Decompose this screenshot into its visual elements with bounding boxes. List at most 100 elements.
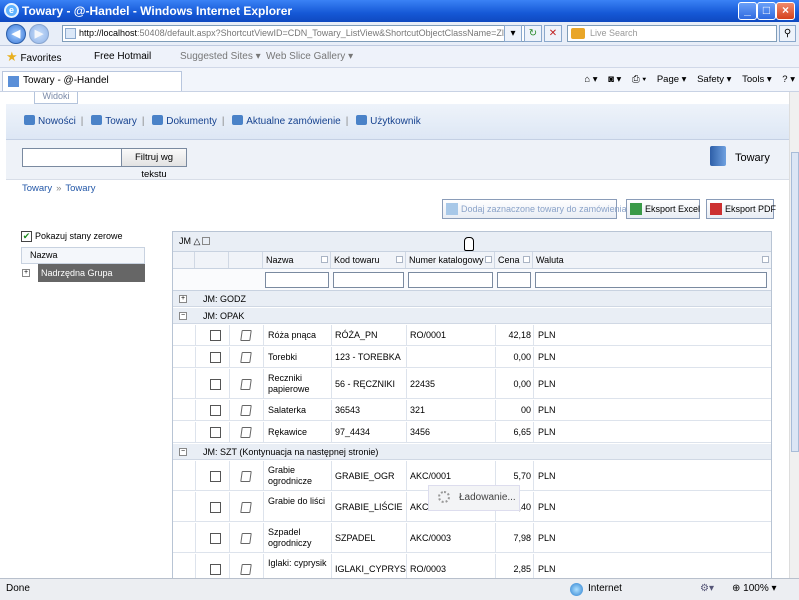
filter-button[interactable]: Filtruj wg tekstu — [121, 148, 187, 180]
edit-icon[interactable] — [240, 330, 252, 341]
filter-code-input[interactable] — [333, 272, 404, 288]
group-chip-jm[interactable]: JM △ — [179, 236, 211, 247]
browser-tab[interactable]: Towary - @-Handel — [2, 71, 182, 91]
search-input[interactable]: Live Search — [567, 25, 777, 42]
feeds-icon[interactable]: ◙ ▾ — [608, 74, 621, 85]
export-excel-button[interactable]: Eksport Excel — [626, 199, 700, 219]
col-header-name[interactable]: Nazwa — [263, 252, 331, 268]
search-icon[interactable]: ⚲ — [779, 25, 796, 42]
col-header-price[interactable]: Cena — [495, 252, 533, 268]
col-menu-icon[interactable] — [523, 256, 530, 263]
close-button[interactable]: × — [776, 2, 795, 20]
col-menu-icon[interactable] — [485, 256, 492, 263]
edit-icon[interactable] — [240, 378, 252, 390]
scrollbar-thumb[interactable] — [791, 152, 799, 452]
help-icon[interactable]: ? ▾ — [782, 74, 795, 85]
row-select-checkbox[interactable] — [210, 427, 221, 438]
collapse-icon[interactable]: − — [179, 312, 187, 320]
menu-item-documents[interactable]: Dokumenty — [152, 110, 217, 134]
protected-mode-icon[interactable]: ⚙▾ — [700, 579, 714, 599]
vertical-scrollbar[interactable] — [789, 92, 799, 578]
collapse-icon[interactable]: − — [179, 448, 187, 456]
maximize-button[interactable]: □ — [757, 2, 776, 20]
fav-link-hotmail[interactable]: Free Hotmail — [94, 46, 151, 68]
security-zone[interactable]: Internet — [570, 579, 622, 599]
table-row[interactable]: Róża pnąca RÓŻA_PN RO/0001 42,18 PLN — [173, 325, 771, 346]
filter-name-input[interactable] — [265, 272, 329, 288]
col-header-currency[interactable]: Waluta — [533, 252, 771, 268]
fav-link-webslice[interactable]: Web Slice Gallery ▾ — [266, 46, 353, 68]
add-to-order-button[interactable]: Dodaj zaznaczone towary do zamówienia — [442, 199, 627, 219]
menu-item-current-order[interactable]: Aktualne zamówienie — [232, 110, 341, 134]
group-row[interactable]: − JM: OPAK — [173, 308, 771, 324]
cell-divider — [195, 369, 196, 398]
table-row[interactable]: Rękawice 97_4434 3456 6,65 PLN — [173, 422, 771, 443]
cell-divider — [263, 347, 264, 367]
edit-icon[interactable] — [240, 352, 252, 363]
filter-text-input[interactable] — [22, 148, 122, 167]
menu-item-products[interactable]: Towary — [91, 110, 137, 134]
stop-icon[interactable]: ✕ — [544, 25, 562, 42]
row-select-checkbox[interactable] — [210, 378, 221, 390]
filter-currency-input[interactable] — [535, 272, 767, 288]
col-header-catalog[interactable]: Numer katalogowy — [406, 252, 495, 268]
edit-icon[interactable] — [240, 563, 252, 575]
row-select-checkbox[interactable] — [210, 532, 221, 544]
edit-icon[interactable] — [240, 501, 252, 513]
expand-icon[interactable]: + — [22, 269, 30, 277]
tree-header[interactable]: Nazwa — [21, 247, 145, 264]
col-menu-icon[interactable] — [321, 256, 328, 263]
table-row[interactable]: Salaterka 36543 321 00 PLN — [173, 400, 771, 421]
home-icon[interactable]: ⌂ ▾ — [584, 74, 597, 85]
tree-node-root[interactable]: + Nadrzędna Grupa Główna — [21, 264, 145, 296]
table-row[interactable]: Iglaki: cyprysik IGLAKI_CYPRYS RO/0003 2,85… — [173, 554, 771, 578]
tree-node-label[interactable]: Nadrzędna Grupa Główna — [38, 264, 145, 296]
row-select-checkbox[interactable] — [210, 501, 221, 513]
row-select-checkbox[interactable] — [210, 330, 221, 341]
print-icon[interactable]: ⎙ ▾ — [632, 74, 646, 85]
cell-divider — [263, 422, 264, 442]
expand-icon[interactable]: + — [179, 295, 187, 303]
col-menu-icon[interactable] — [396, 256, 403, 263]
address-bar: ◀ ▶ http://localhost:50408/default.aspx?… — [0, 22, 799, 46]
edit-icon[interactable] — [240, 427, 252, 438]
cell-name: Torebki — [268, 352, 298, 362]
edit-icon[interactable] — [240, 405, 252, 416]
edit-icon[interactable] — [240, 532, 252, 544]
group-row[interactable]: + JM: GODZ — [173, 291, 771, 307]
breadcrumb-link[interactable]: Towary — [22, 183, 52, 194]
menu-item-user[interactable]: Użytkownik — [356, 110, 421, 134]
url-field[interactable]: http://localhost:50408/default.aspx?Shor… — [62, 25, 532, 42]
favorites-button[interactable]: ★ Favorites — [6, 46, 62, 70]
zoom-control[interactable]: ⊕ 100% ▾ — [732, 579, 777, 599]
cell-price: 7,98 — [513, 532, 531, 543]
safety-menu[interactable]: Safety ▾ — [697, 74, 731, 85]
table-row[interactable]: Reczniki papierowe 56 - RĘCZNIKI 22435 0,00… — [173, 369, 771, 399]
show-zero-stock-checkbox[interactable]: ✔ — [21, 231, 32, 242]
minimize-button[interactable]: _ — [738, 2, 757, 20]
tools-menu[interactable]: Tools ▾ — [742, 74, 772, 85]
row-select-checkbox[interactable] — [210, 563, 221, 575]
export-pdf-button[interactable]: Eksport PDF — [706, 199, 776, 219]
table-row[interactable]: Torebki 123 - TOREBKA 0,00 PLN — [173, 347, 771, 368]
row-select-checkbox[interactable] — [210, 352, 221, 363]
col-menu-icon[interactable] — [762, 256, 769, 263]
row-select-checkbox[interactable] — [210, 470, 221, 482]
edit-icon[interactable] — [240, 470, 252, 482]
row-select-checkbox[interactable] — [210, 405, 221, 416]
group-row[interactable]: − JM: SZT (Kontynuacja na następnej stron… — [173, 444, 771, 460]
page-menu[interactable]: Page ▾ — [657, 74, 687, 85]
fav-link-suggested[interactable]: Suggested Sites ▾ — [180, 46, 261, 68]
col-header-code[interactable]: Kod towaru — [331, 252, 406, 268]
refresh-icon[interactable]: ↻ — [524, 25, 542, 42]
back-button[interactable]: ◀ — [6, 24, 26, 44]
table-row[interactable]: Szpadel ogrodniczy SZPADEL AKC/0003 7,98 PLN — [173, 523, 771, 553]
filter-icon[interactable] — [202, 237, 211, 245]
filter-catalog-input[interactable] — [408, 272, 493, 288]
menu-item-news[interactable]: Nowości — [24, 110, 76, 134]
cell-currency: PLN — [538, 405, 556, 415]
forward-button[interactable]: ▶ — [29, 24, 49, 44]
url-dropdown-button[interactable]: ▾ — [504, 25, 522, 42]
views-tab[interactable]: Widoki — [34, 92, 78, 104]
filter-price-input[interactable] — [497, 272, 531, 288]
